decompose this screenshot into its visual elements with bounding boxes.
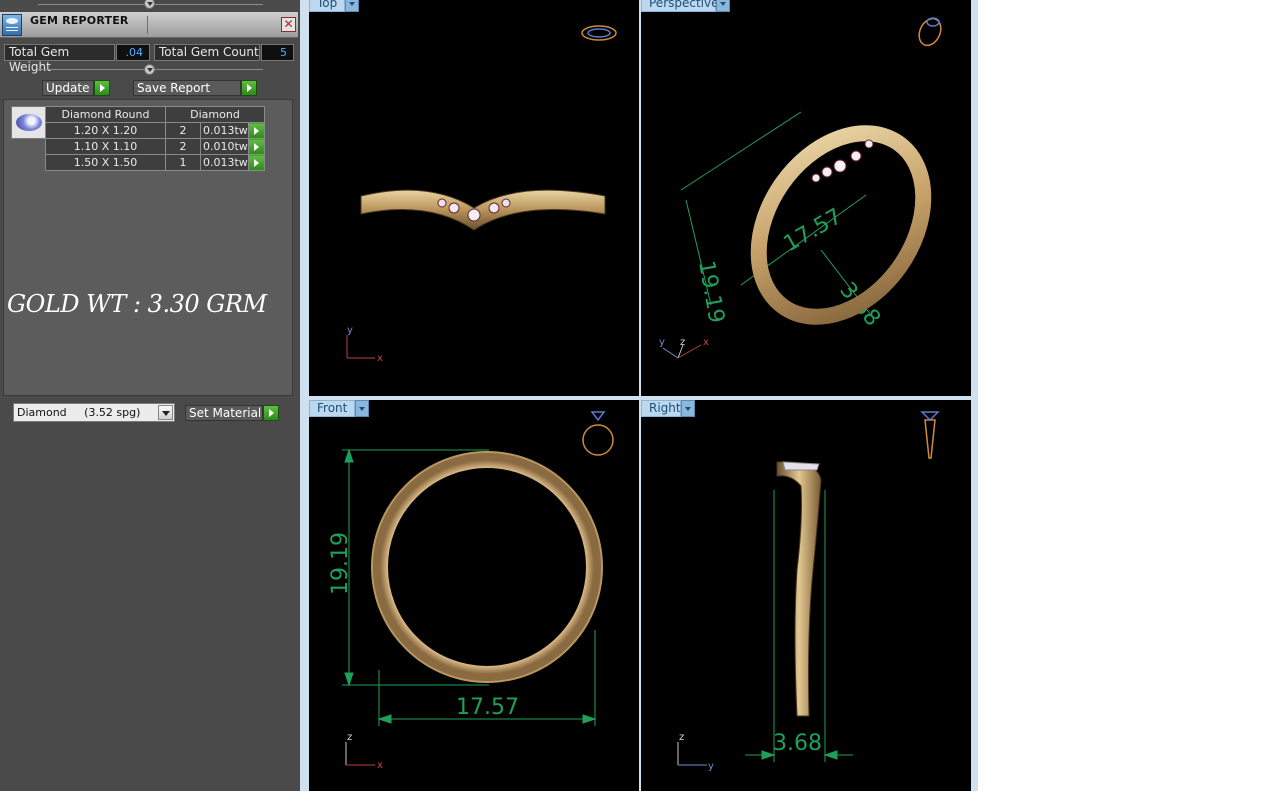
axis-gizmo: y z x (659, 337, 709, 359)
tab-top-view[interactable]: Top (309, 0, 345, 12)
axis-label-y: y (347, 325, 353, 336)
gem-table: Diamond Round Diamond 1.20 X 1.20 2 0.01… (45, 106, 265, 171)
gem-size-cell: 1.20 X 1.20 (45, 122, 166, 139)
axis-gizmo: y x (346, 325, 383, 364)
mid-collapse-handle[interactable] (144, 64, 155, 75)
gem-weight-cell: 0.013tw (200, 154, 249, 171)
diamond-round-thumbnail[interactable] (11, 106, 47, 139)
axis-label-x: x (703, 337, 709, 348)
set-material-button[interactable]: Set Material (185, 405, 263, 421)
gem-table-header: Diamond Round Diamond (45, 106, 265, 123)
tab-right-view[interactable]: Right (641, 400, 681, 417)
axis-gizmo: z y (677, 732, 714, 772)
front-height-dim: 19.19 (328, 532, 353, 595)
panel-title: GEM REPORTER (30, 14, 129, 27)
ring-thumbnail-icon (920, 411, 940, 459)
chevron-down-icon[interactable] (158, 405, 173, 420)
front-view-canvas: 19.19 17.57 z x (328, 411, 614, 771)
axis-label-y: y (659, 337, 665, 348)
top-view-canvas: y x (346, 25, 617, 364)
axis-label-x: x (377, 760, 383, 771)
material-select-value: Diamond (3.52 spg) (17, 406, 141, 419)
close-icon[interactable]: ✕ (281, 17, 296, 32)
axis-gizmo: z x (345, 732, 383, 771)
right-thickness-dim: 3.68 (773, 731, 822, 756)
tab-perspective-view[interactable]: Perspective (641, 0, 719, 12)
gem-weight-cell: 0.013tw (200, 122, 249, 139)
gem-list-area: Diamond Round Diamond 1.20 X 1.20 2 0.01… (3, 99, 293, 396)
gem-reporter-app-icon (2, 14, 22, 36)
front-width-dim: 17.57 (456, 695, 519, 720)
gem-reporter-titlebar: GEM REPORTER ✕ (0, 12, 298, 38)
gem-size-cell: 1.10 X 1.10 (45, 138, 166, 155)
gem-weight-cell: 0.010tw (200, 138, 249, 155)
diamond-icon (16, 114, 42, 131)
chevron-down-icon[interactable] (345, 0, 359, 12)
update-button[interactable]: Update (42, 80, 94, 96)
gem-count-cell: 1 (165, 154, 201, 171)
column-header-shape: Diamond Round (45, 106, 166, 123)
save-report-go-icon[interactable] (241, 80, 257, 96)
titlebar-divider (147, 16, 148, 34)
chevron-down-icon[interactable] (716, 0, 730, 12)
row-go-icon[interactable] (248, 154, 265, 171)
right-view-gems (782, 461, 820, 471)
update-go-icon[interactable] (94, 80, 110, 96)
set-material-go-icon[interactable] (263, 405, 279, 421)
column-header-stone: Diamond (165, 106, 265, 123)
gem-reporter-panel: GEM REPORTER ✕ Total Gem Weight .04 Tota… (0, 0, 300, 791)
total-gem-weight-value: .04 (116, 44, 150, 61)
material-select[interactable]: Diamond (3.52 spg) (13, 403, 175, 422)
ring-right-view (776, 461, 822, 717)
axis-label-y: y (708, 761, 714, 772)
total-gem-weight-label: Total Gem Weight (4, 44, 115, 74)
tab-front-view[interactable]: Front (309, 400, 355, 417)
table-row[interactable]: 1.20 X 1.20 2 0.013tw (45, 122, 265, 139)
table-row[interactable]: 1.50 X 1.50 1 0.013tw (45, 154, 265, 171)
ring-top-view (360, 189, 606, 231)
top-collapse-handle[interactable] (144, 0, 155, 9)
axis-label-z: z (347, 732, 352, 743)
gem-size-cell: 1.50 X 1.50 (45, 154, 166, 171)
perspective-width-dim: 17.57 (780, 204, 847, 257)
save-report-button[interactable]: Save Report (133, 80, 241, 96)
axis-label-z: z (679, 732, 684, 743)
ring-thumbnail-icon (582, 411, 614, 456)
gem-count-cell: 2 (165, 122, 201, 139)
row-go-icon[interactable] (248, 122, 265, 139)
total-gem-count-value: 5 (261, 44, 294, 61)
viewport-grid: y x Top 19.19 17.57 3.68 y z x Perspecti… (300, 0, 978, 791)
ring-front-view (372, 452, 602, 682)
ring-thumbnail-icon (581, 25, 617, 41)
gold-weight-note: GOLD WT : 3.30 GRM (7, 290, 267, 318)
axis-label-z: z (680, 337, 685, 348)
ring-thumbnail-icon (918, 17, 942, 47)
viewport-front[interactable]: 19.19 17.57 z x Front (309, 400, 639, 791)
chevron-down-icon[interactable] (681, 400, 695, 417)
perspective-view-canvas: 19.19 17.57 3.68 y z x (659, 17, 942, 359)
right-view-canvas: 3.68 z y (677, 411, 940, 772)
table-row[interactable]: 1.10 X 1.10 2 0.010tw (45, 138, 265, 155)
axis-label-x: x (377, 353, 383, 364)
perspective-height-dim: 19.19 (693, 259, 729, 325)
chevron-down-icon[interactable] (355, 400, 369, 417)
viewport-perspective[interactable]: 19.19 17.57 3.68 y z x Perspective (641, 0, 971, 396)
row-go-icon[interactable] (248, 138, 265, 155)
viewport-right[interactable]: 3.68 z y Right (641, 400, 971, 791)
viewport-top[interactable]: y x Top (309, 0, 639, 396)
gem-count-cell: 2 (165, 138, 201, 155)
total-gem-count-label: Total Gem Count (154, 44, 260, 61)
